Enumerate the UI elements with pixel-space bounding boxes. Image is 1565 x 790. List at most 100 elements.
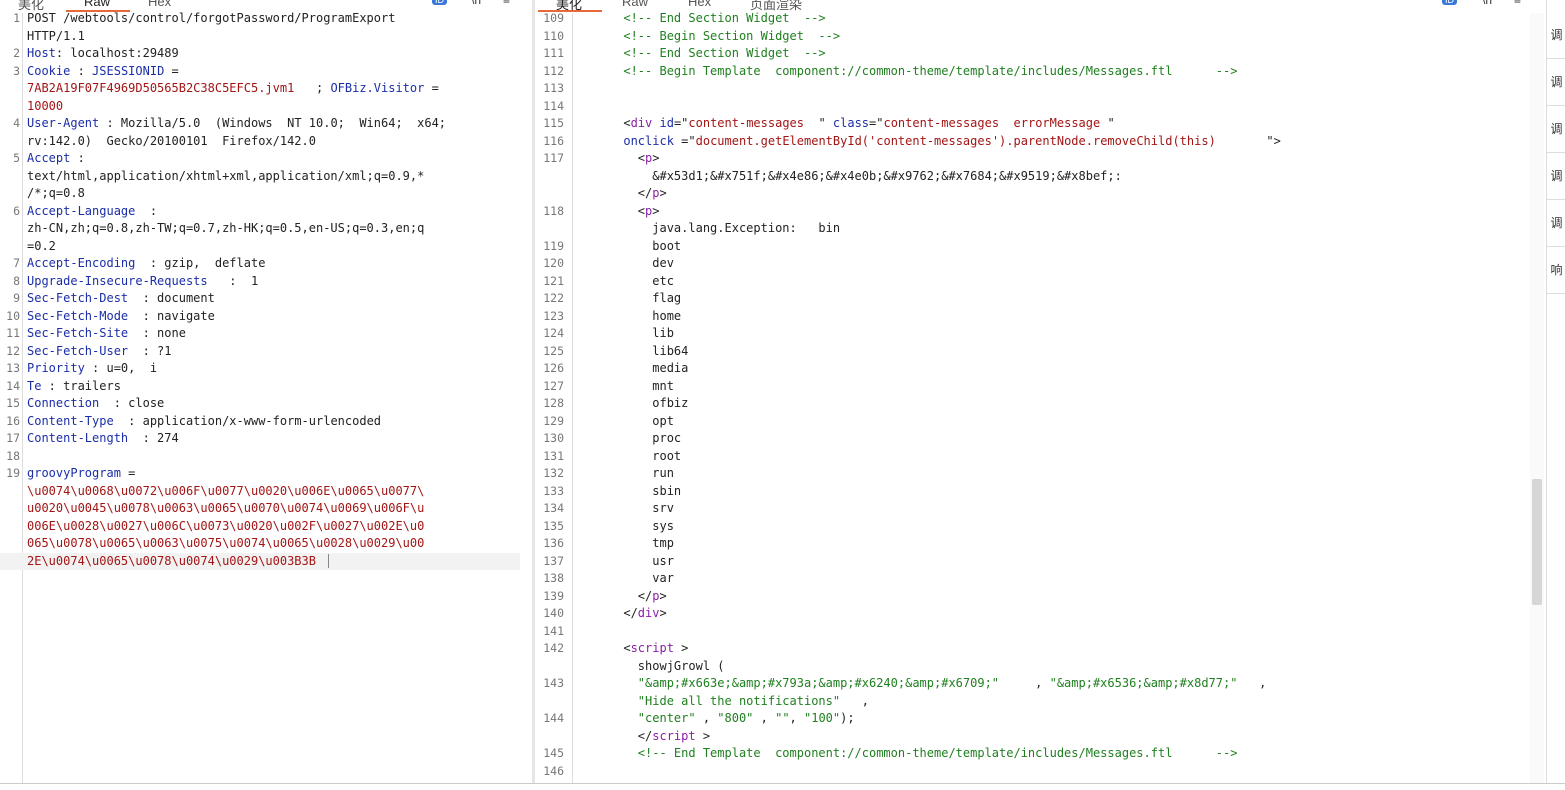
- code-line[interactable]: 125 lib64: [536, 343, 1531, 361]
- code-line[interactable]: 145 <!-- End Template component://common…: [536, 745, 1531, 763]
- code-line[interactable]: showjGrowl (: [536, 658, 1531, 676]
- code-line[interactable]: java.lang.Exception: bin: [536, 220, 1531, 238]
- code-line[interactable]: "Hide all the notifications" ,: [536, 693, 1531, 711]
- code-line[interactable]: 4 User-Agent : Mozilla/5.0 (Windows NT 10…: [0, 115, 520, 133]
- code-line[interactable]: 143 "&amp;#x663e;&amp;#x793a;&amp;#x6240…: [536, 675, 1531, 693]
- code-line[interactable]: u0020\u0045\u0078\u0063\u0065\u0070\u007…: [0, 500, 520, 518]
- code-line[interactable]: 127 mnt: [536, 378, 1531, 396]
- side-tab-6[interactable]: 响: [1547, 247, 1565, 294]
- code-line[interactable]: \u0074\u0068\u0072\u006F\u0077\u0020\u00…: [0, 483, 520, 501]
- tab-raw[interactable]: Raw: [622, 0, 648, 9]
- code-line[interactable]: 14 Te : trailers: [0, 378, 520, 396]
- code-line[interactable]: 131 root: [536, 448, 1531, 466]
- code-line[interactable]: 1 POST /webtools/control/forgotPassword/P…: [0, 10, 520, 28]
- code-line[interactable]: 6 Accept-Language :: [0, 203, 520, 221]
- code-line[interactable]: 135 sys: [536, 518, 1531, 536]
- code-line[interactable]: 124 lib: [536, 325, 1531, 343]
- side-tab-4[interactable]: 调: [1547, 153, 1565, 200]
- code-line[interactable]: 141: [536, 623, 1531, 641]
- code-line[interactable]: 13 Priority : u=0, i: [0, 360, 520, 378]
- response-editor[interactable]: 109 <!-- End Section Widget --> 110 <!-- …: [536, 10, 1546, 790]
- code-line[interactable]: 7AB2A19F07F4969D50565B2C38C5EFC5.jvm1 ; …: [0, 80, 520, 98]
- newline-icon[interactable]: \n: [1482, 0, 1492, 7]
- token: <!-- Begin Section Widget -->: [580, 28, 841, 43]
- response-scrollbar[interactable]: [1530, 13, 1544, 790]
- code-line[interactable]: 122 flag: [536, 290, 1531, 308]
- code-line[interactable]: &#x53d1;&#x751f;&#x4e86;&#x4e0b;&#x9762;…: [536, 168, 1531, 186]
- code-line[interactable]: 9 Sec-Fetch-Dest : document: [0, 290, 520, 308]
- code-line[interactable]: 17 Content-Length : 274: [0, 430, 520, 448]
- code-line[interactable]: 132 run: [536, 465, 1531, 483]
- pane-splitter[interactable]: [532, 0, 535, 790]
- code-line[interactable]: 114: [536, 98, 1531, 116]
- code-line[interactable]: </p>: [536, 185, 1531, 203]
- code-line[interactable]: 3 Cookie : JSESSIONID =: [0, 63, 520, 81]
- code-line[interactable]: 140 </div>: [536, 605, 1531, 623]
- code-line[interactable]: 109 <!-- End Section Widget -->: [536, 10, 1531, 28]
- code-line[interactable]: 10000: [0, 98, 520, 116]
- code-line[interactable]: HTTP/1.1: [0, 28, 520, 46]
- menu-icon[interactable]: ≡: [503, 0, 510, 7]
- code-line[interactable]: 115 <div id="content-messages " class="c…: [536, 115, 1531, 133]
- code-line[interactable]: 119 boot: [536, 238, 1531, 256]
- code-line[interactable]: 134 srv: [536, 500, 1531, 518]
- menu-icon[interactable]: ≡: [1514, 0, 1521, 7]
- code-line[interactable]: 8 Upgrade-Insecure-Requests : 1: [0, 273, 520, 291]
- code-line[interactable]: 12 Sec-Fetch-User : ?1: [0, 343, 520, 361]
- code-line[interactable]: 2E\u0074\u0065\u0078\u0074\u0029\u003B3B: [0, 552, 520, 570]
- wrap-badge-icon[interactable]: ID: [1442, 0, 1457, 5]
- code-line[interactable]: 138 var: [536, 570, 1531, 588]
- code-line[interactable]: 137 usr: [536, 553, 1531, 571]
- side-tab-2[interactable]: 调: [1547, 59, 1565, 106]
- code-line[interactable]: 121 etc: [536, 273, 1531, 291]
- code-line[interactable]: 142 <script >: [536, 640, 1531, 658]
- code-line[interactable]: 136 tmp: [536, 535, 1531, 553]
- code-line[interactable]: zh-CN,zh;q=0.8,zh-TW;q=0.7,zh-HK;q=0.5,e…: [0, 220, 520, 238]
- side-tab-3[interactable]: 调: [1547, 106, 1565, 153]
- scrollbar-thumb[interactable]: [1532, 479, 1542, 605]
- code-line[interactable]: 065\u0078\u0065\u0063\u0075\u0074\u0065\…: [0, 535, 520, 553]
- code-line[interactable]: 006E\u0028\u0027\u006C\u0073\u0020\u002F…: [0, 518, 520, 536]
- code-line[interactable]: 118 <p>: [536, 203, 1531, 221]
- code-line[interactable]: 129 opt: [536, 413, 1531, 431]
- newline-icon[interactable]: \n: [471, 0, 481, 7]
- code-line[interactable]: 117 <p>: [536, 150, 1531, 168]
- code-line[interactable]: 116 onclick ="document.getElementById('c…: [536, 133, 1531, 151]
- code-line[interactable]: 2 Host: localhost:29489: [0, 45, 520, 63]
- code-line[interactable]: 112 <!-- Begin Template component://comm…: [536, 63, 1531, 81]
- code-line[interactable]: 19 groovyProgram =: [0, 465, 520, 483]
- tab-raw[interactable]: Raw: [84, 0, 110, 9]
- code-line[interactable]: 5 Accept :: [0, 150, 520, 168]
- code-line[interactable]: 113: [536, 80, 1531, 98]
- code-line[interactable]: =0.2: [0, 238, 520, 256]
- code-line[interactable]: /*;q=0.8: [0, 185, 520, 203]
- code-line[interactable]: 123 home: [536, 308, 1531, 326]
- line-text: Upgrade-Insecure-Requests : 1: [27, 273, 258, 291]
- wrap-badge-icon[interactable]: ID: [432, 0, 447, 5]
- tab-hex[interactable]: Hex: [148, 0, 171, 9]
- request-editor[interactable]: 1 POST /webtools/control/forgotPassword/P…: [0, 10, 520, 790]
- code-line[interactable]: 126 media: [536, 360, 1531, 378]
- side-tab-5[interactable]: 调: [1547, 200, 1565, 247]
- code-line[interactable]: 10 Sec-Fetch-Mode : navigate: [0, 308, 520, 326]
- code-line[interactable]: 16 Content-Type : application/x-www-form-…: [0, 413, 520, 431]
- code-line[interactable]: 11 Sec-Fetch-Site : none: [0, 325, 520, 343]
- side-tab-1[interactable]: 调: [1547, 12, 1565, 59]
- code-line[interactable]: 128 ofbiz: [536, 395, 1531, 413]
- code-line[interactable]: 133 sbin: [536, 483, 1531, 501]
- code-line[interactable]: 146: [536, 763, 1531, 781]
- code-line[interactable]: 18: [0, 448, 520, 466]
- tab-hex[interactable]: Hex: [688, 0, 711, 9]
- token: ,: [999, 676, 1050, 690]
- code-line[interactable]: 111 <!-- End Section Widget -->: [536, 45, 1531, 63]
- code-line[interactable]: 15 Connection : close: [0, 395, 520, 413]
- code-line[interactable]: 120 dev: [536, 255, 1531, 273]
- code-line[interactable]: rv:142.0) Gecko/20100101 Firefox/142.0: [0, 133, 520, 151]
- code-line[interactable]: 110 <!-- Begin Section Widget -->: [536, 28, 1531, 46]
- code-line[interactable]: text/html,application/xhtml+xml,applicat…: [0, 168, 520, 186]
- code-line[interactable]: 144 "center" , "800" , "", "100");: [536, 710, 1531, 728]
- code-line[interactable]: 7 Accept-Encoding : gzip, deflate: [0, 255, 520, 273]
- code-line[interactable]: </script >: [536, 728, 1531, 746]
- code-line[interactable]: 130 proc: [536, 430, 1531, 448]
- code-line[interactable]: 139 </p>: [536, 588, 1531, 606]
